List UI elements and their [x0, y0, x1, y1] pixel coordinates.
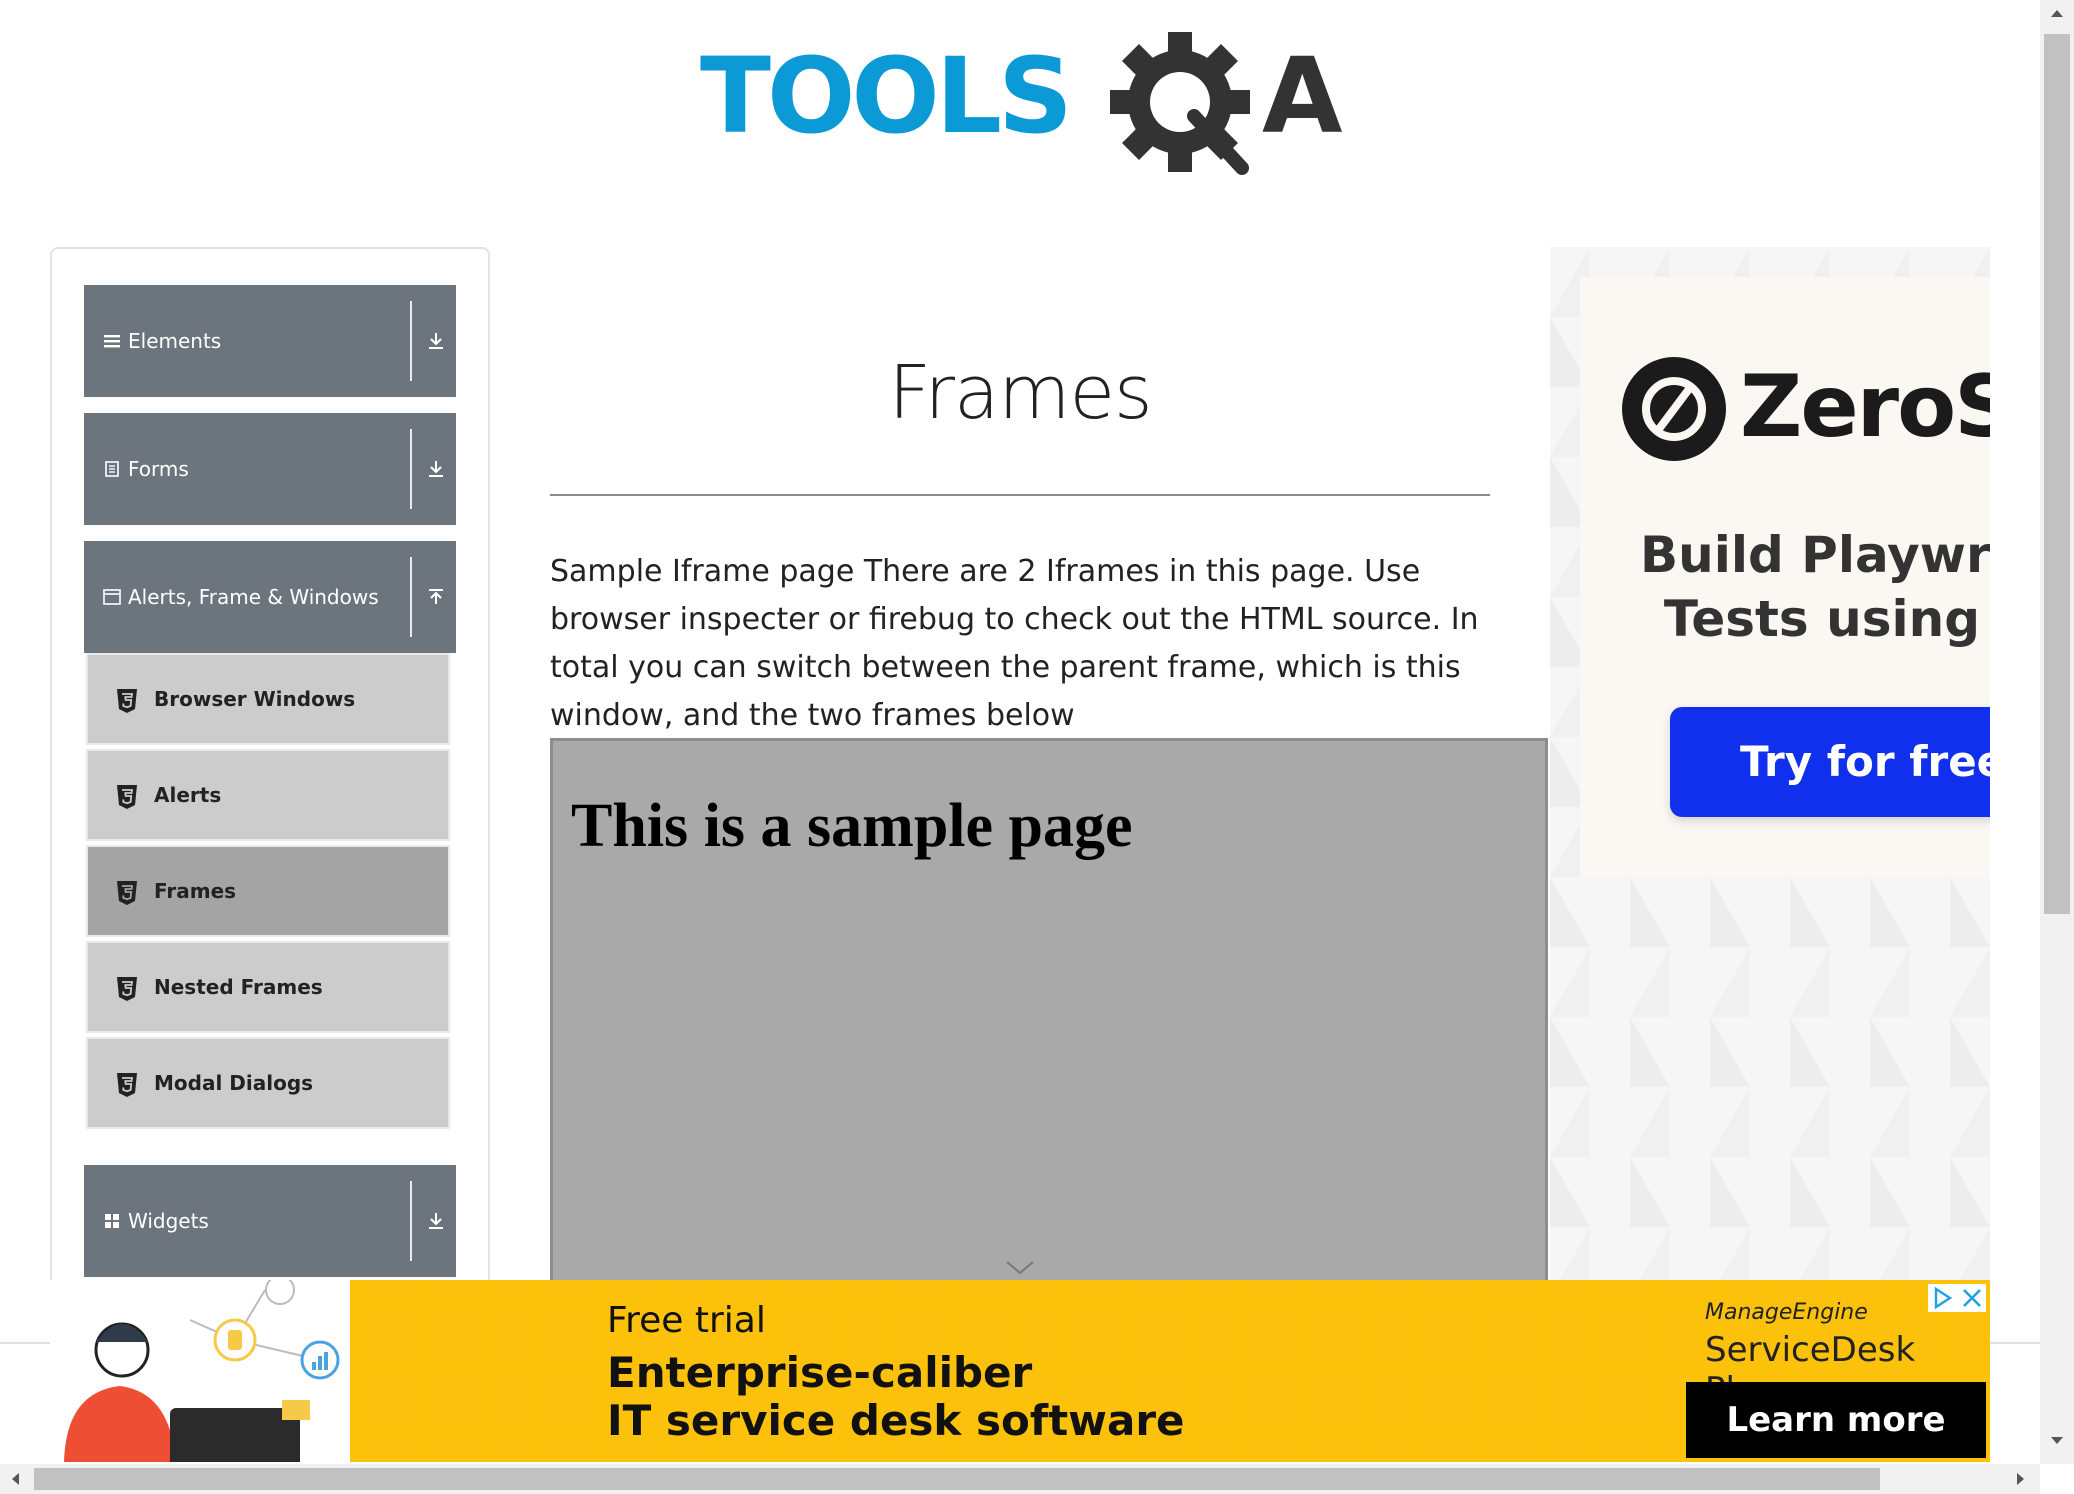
- sidebar-group-alerts-frame-windows[interactable]: Alerts, Frame & Windows: [84, 541, 456, 653]
- sidebar-group-elements[interactable]: Elements: [84, 285, 456, 397]
- sample-iframe[interactable]: This is a sample page: [550, 738, 1548, 1298]
- download-arrow-icon: [429, 333, 443, 349]
- html5-icon: [117, 1073, 137, 1097]
- list-icon: [104, 335, 120, 348]
- sidebar-group-label: Forms: [128, 457, 189, 481]
- sidebar-item-label: Modal Dialogs: [154, 1071, 314, 1095]
- gear-icon: [1110, 32, 1250, 175]
- window-icon: [103, 589, 121, 605]
- divider: [410, 429, 412, 509]
- page-title: Frames: [888, 350, 1152, 436]
- logo-text-tools: TOOLS: [700, 35, 1069, 157]
- learn-more-button[interactable]: Learn more: [1686, 1382, 1986, 1458]
- try-for-free-button[interactable]: Try for free →: [1670, 707, 1990, 817]
- support-agent-illustration: [50, 1280, 350, 1462]
- horizontal-scrollbar-thumb[interactable]: [34, 1468, 1880, 1490]
- sidebar-item-alerts[interactable]: Alerts: [86, 749, 450, 841]
- vertical-scrollbar[interactable]: [2040, 0, 2074, 1464]
- sidebar-item-frames[interactable]: Frames: [86, 845, 450, 937]
- title-divider: [550, 494, 1490, 496]
- manageengine-logo: ManageEngine: [1705, 1300, 1868, 1325]
- scroll-right-arrow-icon[interactable]: [2016, 1472, 2026, 1486]
- html5-icon: [117, 689, 137, 713]
- sidebar-group-label: Elements: [128, 329, 222, 353]
- sidebar-group-label: Alerts, Frame & Windows: [128, 585, 379, 609]
- sidebar-group-widgets[interactable]: Widgets: [84, 1165, 456, 1277]
- sidebar-item-modal-dialogs[interactable]: Modal Dialogs: [86, 1037, 450, 1129]
- html5-icon: [117, 977, 137, 1001]
- download-arrow-icon: [429, 461, 443, 477]
- banner-subheadline: IT service desk software: [607, 1396, 1185, 1445]
- ad-card: ZeroSte Build Playwrigl Tests using A Tr…: [1580, 277, 1990, 877]
- vertical-scrollbar-thumb[interactable]: [2044, 34, 2070, 914]
- zerostep-logo-icon: [1622, 357, 1726, 461]
- html5-icon: [117, 881, 137, 905]
- toolsqa-logo[interactable]: TOOLS A: [700, 30, 1350, 180]
- sidebar-item-label: Frames: [154, 879, 237, 903]
- chevron-down-icon[interactable]: [1003, 1257, 1037, 1277]
- ad-close-icon[interactable]: [1928, 1284, 1986, 1312]
- horizontal-scrollbar[interactable]: [0, 1464, 2040, 1494]
- sidebar-group-forms[interactable]: Forms: [84, 413, 456, 525]
- ad-brand-name: ZeroSte: [1740, 357, 1990, 457]
- scroll-up-arrow-icon[interactable]: [2050, 8, 2064, 18]
- bottom-banner-ad[interactable]: Free trial Enterprise-caliber IT service…: [50, 1280, 1990, 1462]
- form-icon: [105, 461, 119, 477]
- sidebar-item-nested-frames[interactable]: Nested Frames: [86, 941, 450, 1033]
- html5-icon: [117, 785, 137, 809]
- intro-text: Sample Iframe page There are 2 Iframes i…: [550, 554, 1479, 733]
- right-advertisement[interactable]: ZeroSte Build Playwrigl Tests using A Tr…: [1550, 247, 1990, 1307]
- divider: [410, 557, 412, 637]
- sidebar-item-label: Browser Windows: [154, 687, 356, 711]
- sidebar-item-label: Nested Frames: [154, 975, 323, 999]
- grid-icon: [105, 1214, 119, 1228]
- adchoices-icon[interactable]: [1928, 1284, 1986, 1312]
- banner-headline: Enterprise-caliber: [607, 1348, 1033, 1397]
- logo-text-a: A: [1262, 35, 1343, 157]
- sidebar-group-label: Widgets: [128, 1209, 209, 1233]
- sidebar-item-browser-windows[interactable]: Browser Windows: [86, 653, 450, 745]
- scroll-left-arrow-icon[interactable]: [10, 1472, 20, 1486]
- scroll-down-arrow-icon[interactable]: [2050, 1436, 2064, 1446]
- iframe-heading: This is a sample page: [571, 792, 1133, 860]
- divider: [410, 301, 412, 381]
- banner-free-trial: Free trial: [607, 1300, 766, 1341]
- sidebar-item-label: Alerts: [154, 783, 222, 807]
- ad-tagline: Build Playwrigl Tests using A: [1640, 526, 1990, 648]
- upload-arrow-icon: [429, 589, 443, 604]
- download-arrow-icon: [429, 1213, 443, 1229]
- divider: [410, 1181, 412, 1261]
